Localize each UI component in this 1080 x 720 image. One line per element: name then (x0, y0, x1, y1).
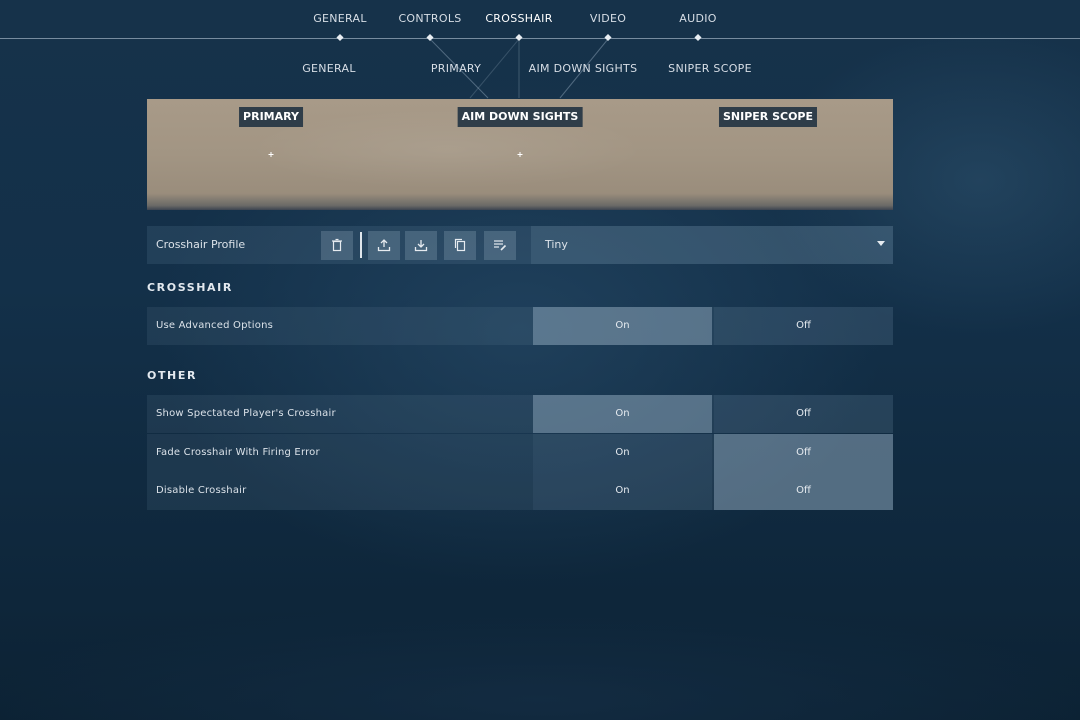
tab-video[interactable]: VIDEO (590, 12, 626, 25)
setting-row-show-spectated-crosshair: Show Spectated Player's Crosshair On Off (147, 395, 893, 433)
crosshair-profile-bar: Crosshair Profile Tiny (147, 226, 893, 264)
subtab-sniper-scope[interactable]: SNIPER SCOPE (668, 62, 752, 75)
setting-row-fade-crosshair-firing-error: Fade Crosshair With Firing Error On Off (147, 434, 893, 472)
tab-controls-marker (426, 33, 434, 42)
setting-label: Disable Crosshair (156, 485, 247, 496)
subtab-aim-down-sights[interactable]: AIM DOWN SIGHTS (529, 62, 638, 75)
copy-profile-button[interactable] (444, 231, 476, 260)
tab-general[interactable]: GENERAL (313, 12, 367, 25)
tab-crosshair-marker (515, 33, 523, 42)
top-nav-line (0, 38, 1080, 39)
import-profile-button[interactable] (405, 231, 437, 260)
tab-audio-marker (694, 33, 702, 42)
option-on-button[interactable]: On (533, 434, 712, 472)
setting-label: Use Advanced Options (156, 320, 274, 331)
delete-profile-button[interactable] (321, 231, 353, 260)
tab-crosshair[interactable]: CROSSHAIR (485, 12, 552, 25)
option-off-button[interactable]: Off (714, 434, 893, 472)
crosshair-ads-icon (517, 152, 523, 157)
profile-select[interactable]: Tiny (531, 226, 893, 264)
crosshair-preview: PRIMARY AIM DOWN SIGHTS SNIPER SCOPE (147, 99, 893, 210)
tab-video-marker (604, 33, 612, 42)
edit-list-icon (494, 240, 507, 251)
profile-select-value: Tiny (545, 238, 568, 251)
option-on-button[interactable]: On (533, 395, 712, 433)
option-off-button[interactable]: Off (714, 472, 893, 510)
section-title-crosshair: CROSSHAIR (147, 281, 233, 294)
tab-general-marker (336, 33, 344, 42)
chevron-down-icon (877, 241, 885, 246)
setting-label: Show Spectated Player's Crosshair (156, 408, 336, 419)
option-on-button[interactable]: On (533, 472, 712, 510)
crosshair-profile-label: Crosshair Profile (156, 238, 246, 251)
subtab-general[interactable]: GENERAL (302, 62, 356, 75)
preview-label-primary: PRIMARY (239, 107, 303, 127)
trash-icon (332, 238, 342, 252)
preview-label-aim-down-sights: AIM DOWN SIGHTS (457, 107, 583, 127)
toolbar-divider (360, 232, 362, 258)
section-title-other: OTHER (147, 369, 198, 382)
setting-label: Fade Crosshair With Firing Error (156, 447, 320, 458)
option-off-button[interactable]: Off (714, 395, 893, 433)
tab-controls[interactable]: CONTROLS (398, 12, 461, 25)
copy-icon (454, 238, 466, 252)
top-nav: GENERAL CONTROLS CROSSHAIR VIDEO AUDIO (0, 0, 1080, 42)
crosshair-primary-icon (268, 152, 274, 157)
setting-row-use-advanced-options: Use Advanced Options On Off (147, 307, 893, 345)
export-profile-button[interactable] (368, 231, 400, 260)
download-icon (414, 240, 428, 252)
tab-audio[interactable]: AUDIO (679, 12, 716, 25)
setting-row-disable-crosshair: Disable Crosshair On Off (147, 472, 893, 510)
option-on-button[interactable]: On (533, 307, 712, 345)
option-off-button[interactable]: Off (714, 307, 893, 345)
subtab-primary[interactable]: PRIMARY (431, 62, 481, 75)
rename-profile-button[interactable] (484, 231, 516, 260)
preview-label-sniper-scope: SNIPER SCOPE (718, 107, 818, 127)
upload-icon (377, 239, 391, 252)
